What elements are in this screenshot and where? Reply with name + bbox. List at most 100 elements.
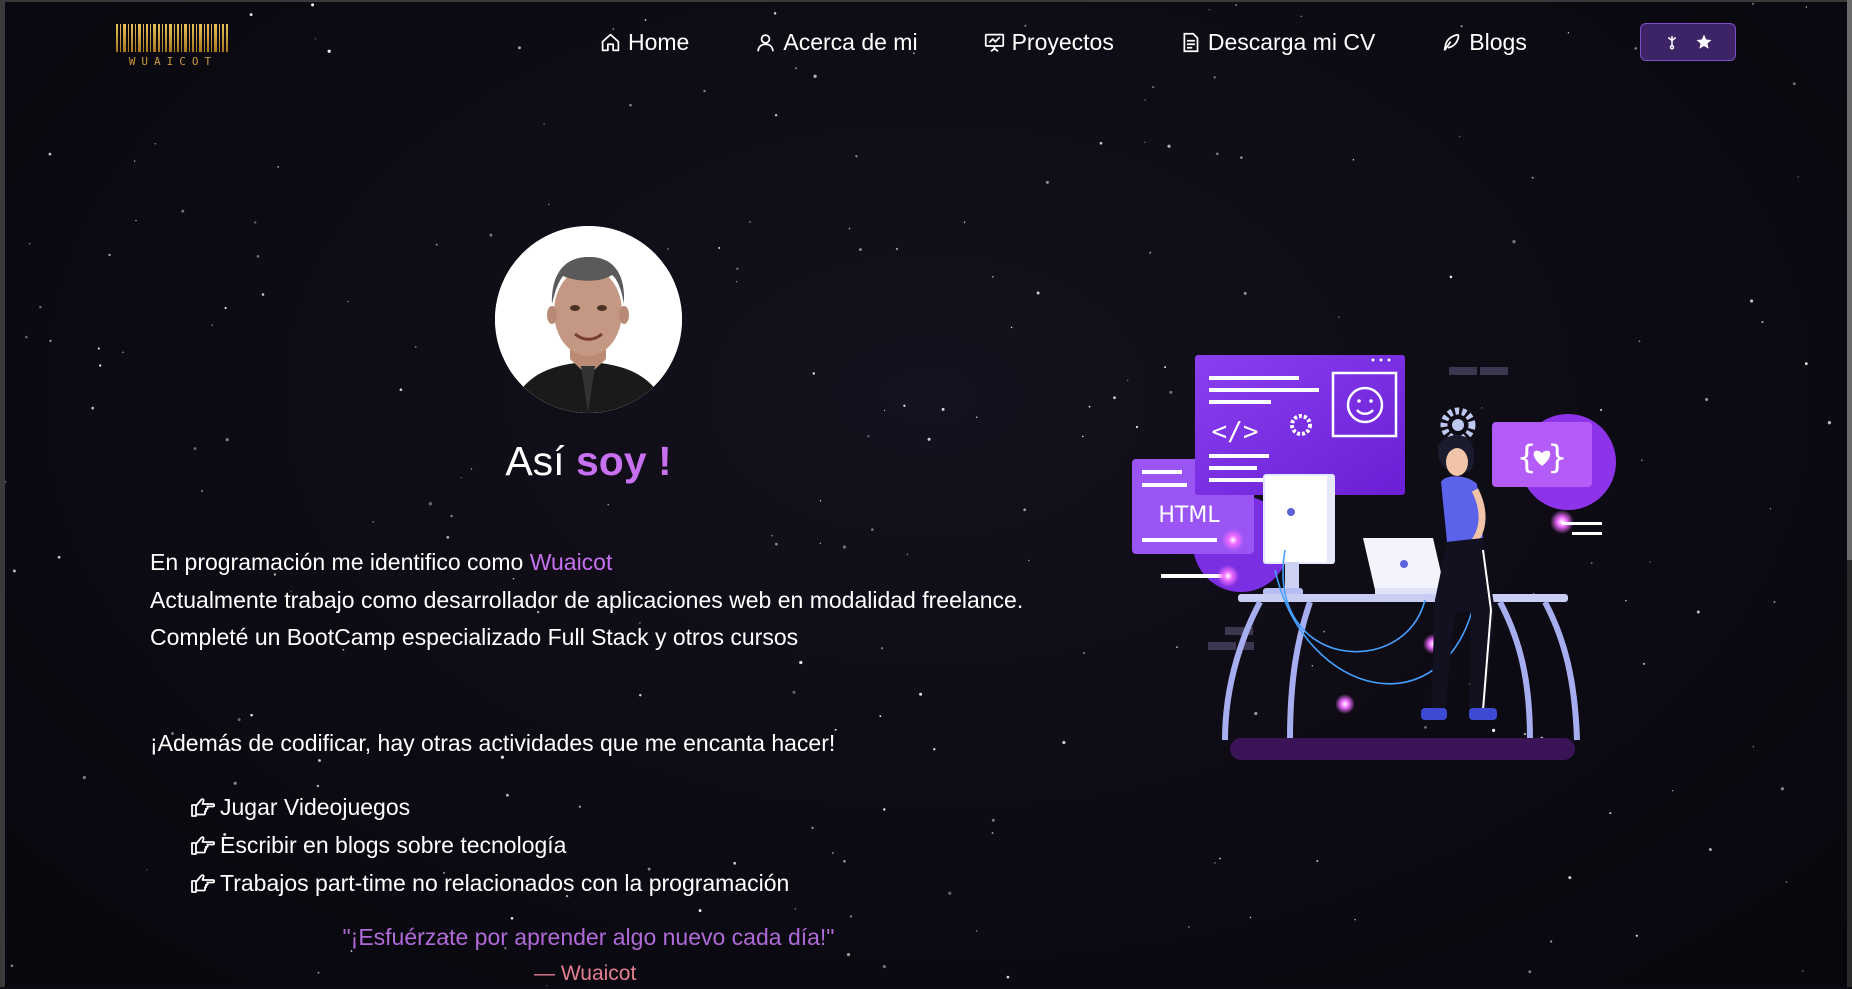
document-icon — [1183, 32, 1199, 52]
star-dot — [327, 49, 331, 53]
hero-title-accent: soy ! — [575, 438, 672, 484]
star-dot — [843, 859, 846, 863]
star-dot — [991, 818, 995, 822]
star-dot — [1671, 790, 1674, 792]
star-dot — [1144, 141, 1146, 144]
star-dot — [1635, 934, 1638, 937]
star-dot — [233, 781, 237, 785]
star-dot — [1088, 405, 1091, 408]
star-dot — [1243, 291, 1247, 295]
star-dot — [948, 891, 952, 895]
star-dot — [1082, 651, 1086, 655]
star-dot — [879, 715, 882, 718]
quote-author: — Wuaicot — [534, 962, 637, 985]
star-dot — [1638, 340, 1641, 343]
star-dot — [1769, 508, 1772, 510]
star-dot — [122, 351, 124, 354]
star-dot — [1113, 396, 1116, 400]
star-dot — [991, 832, 994, 834]
star-dot — [848, 227, 851, 230]
star-dot — [25, 335, 28, 339]
star-dot — [256, 255, 260, 258]
nav-about[interactable]: Acerca de mi — [755, 28, 918, 56]
hobby-label: Jugar Videojuegos — [220, 793, 411, 820]
star-dot — [91, 406, 95, 410]
star-dot — [1449, 275, 1453, 279]
star-dot — [450, 514, 453, 518]
github-star-button[interactable] — [1640, 23, 1736, 61]
star-dot — [703, 89, 706, 93]
scrollbar[interactable] — [1847, 0, 1852, 987]
star-dot — [903, 404, 906, 407]
star-dot — [489, 233, 493, 237]
star-dot — [135, 219, 137, 222]
star-dot — [314, 38, 317, 40]
intro-text: En programación me identifico como Wuaic… — [150, 544, 1027, 657]
nav-download-cv[interactable]: Descarga mi CV — [1180, 29, 1375, 56]
star-dot — [1780, 787, 1785, 791]
star-dot — [261, 293, 265, 296]
star-dot — [1805, 6, 1808, 8]
star-dot — [1804, 362, 1808, 366]
nav-about-label: Acerca de mi — [783, 28, 918, 55]
star-dot — [543, 123, 545, 125]
star-dot — [607, 504, 609, 506]
nav-projects[interactable]: Proyectos — [984, 29, 1114, 56]
intro-line-identity: En programación me identifico como Wuaic… — [150, 544, 1027, 582]
nav-home[interactable]: Home — [600, 29, 689, 56]
star-dot — [1010, 326, 1013, 329]
star-dot — [1792, 82, 1796, 86]
star-dot — [1761, 321, 1764, 324]
star-dot — [1528, 970, 1532, 974]
star-dot — [1152, 86, 1155, 89]
nav-blogs[interactable]: Blogs — [1441, 29, 1527, 56]
star-dot — [991, 275, 994, 278]
star-dot — [5, 480, 7, 483]
star-dot — [28, 242, 31, 245]
home-icon — [601, 33, 620, 51]
star-dot — [644, 19, 647, 21]
star-dot — [224, 306, 227, 310]
star-dot — [10, 964, 14, 968]
hobbies-list: Jugar Videojuegos Escribir en blogs sobr… — [190, 788, 789, 902]
star-dot — [895, 247, 899, 250]
star-dot — [1214, 862, 1216, 864]
list-item: Trabajos part-time no relacionados con l… — [190, 864, 789, 902]
hand-pointing-right-icon — [191, 836, 216, 855]
star-dot — [1568, 876, 1572, 880]
wuaicot-barcode-logo[interactable]: WUAICOT — [116, 22, 230, 68]
star-dot — [311, 3, 315, 7]
star-dot — [849, 914, 853, 918]
svg-text:</>: </> — [1212, 417, 1259, 447]
star-dot — [629, 103, 632, 107]
star-dot — [1352, 159, 1355, 161]
star-dot — [831, 851, 834, 855]
hero-title: Así soy ! — [150, 438, 1027, 485]
star-dot — [774, 113, 778, 117]
star-dot — [254, 221, 257, 224]
star-dot — [1208, 8, 1210, 11]
star-dot — [1316, 860, 1319, 862]
star-dot — [799, 660, 803, 665]
star-dot — [1649, 561, 1651, 563]
hobby-label: Escribir en blogs sobre tecnología — [220, 831, 567, 858]
star-dot — [1249, 916, 1252, 919]
star-dot — [57, 555, 61, 559]
star-dot — [855, 155, 858, 158]
star-dot — [1099, 141, 1103, 145]
star-dot — [1609, 812, 1612, 815]
star-dot — [1640, 459, 1643, 462]
star-dot — [428, 502, 433, 506]
star-dot — [1752, 746, 1755, 748]
star-dot — [771, 534, 773, 537]
star-dot — [1801, 970, 1804, 972]
star-dot — [867, 435, 870, 438]
scrollbar-thumb[interactable] — [1847, 0, 1852, 560]
main-nav: Home Acerca de mi Proyectos Descarga mi … — [600, 22, 1593, 62]
star-dot — [372, 520, 375, 523]
star-dot — [795, 67, 797, 69]
star-dot — [819, 500, 822, 502]
hero-title-prefix: Así — [505, 438, 565, 484]
star-dot — [1006, 975, 1010, 979]
star-dot — [1215, 152, 1219, 156]
